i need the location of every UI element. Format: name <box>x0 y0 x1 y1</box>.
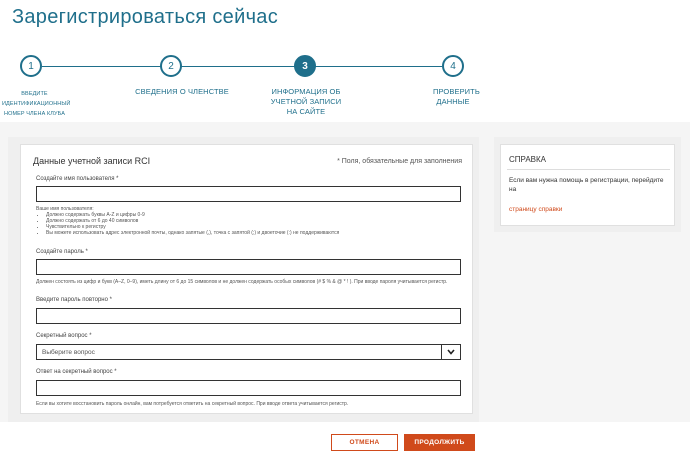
help-title: СПРАВКА <box>509 155 546 164</box>
password-repeat-input[interactable] <box>36 308 461 324</box>
secret-answer-label: Ответ на секретный вопрос * <box>36 369 117 375</box>
step-2-label: СВЕДЕНИЯ О ЧЛЕНСТВЕ <box>135 87 229 96</box>
step-4-label: ПРОВЕРИТЬ ДАННЫЕ <box>433 87 480 106</box>
step-1-circle: 1 <box>20 55 42 77</box>
help-text: Если вам нужна помощь в регистрации, пер… <box>509 177 664 193</box>
help-divider <box>507 169 670 170</box>
username-input[interactable] <box>36 186 461 202</box>
username-label: Создайте имя пользователя * <box>36 176 119 182</box>
registration-stepper: 1 ВВЕДИТЕ ИДЕНТИФИКАЦИОННЫЙ НОМЕР ЧЛЕНА … <box>0 52 690 122</box>
continue-button[interactable]: ПРОДОЛЖИТЬ <box>404 434 475 451</box>
step-3-circle: 3 <box>294 55 316 77</box>
help-page-link[interactable]: страницу справки <box>509 206 562 213</box>
secret-question-select[interactable]: Выберите вопрос <box>36 344 461 360</box>
step-2-circle: 2 <box>160 55 182 77</box>
chevron-down-icon[interactable] <box>441 345 460 359</box>
required-note: * Поля, обязательные для заполнения <box>337 158 462 165</box>
username-hints: Ваше имя пользователя: Должно содержать … <box>36 206 461 236</box>
password-label: Создайте пароль * <box>36 249 88 255</box>
password-input[interactable] <box>36 259 461 275</box>
secret-answer-input[interactable] <box>36 380 461 396</box>
cancel-button[interactable]: ОТМЕНА <box>331 434 398 451</box>
step-4-circle: 4 <box>442 55 464 77</box>
account-form-panel: Данные учетной записи RCI * Поля, обязат… <box>8 137 479 422</box>
help-panel: СПРАВКА Если вам нужна помощь в регистра… <box>494 137 681 232</box>
secret-question-label: Секретный вопрос * <box>36 333 92 339</box>
form-title: Данные учетной записи RCI <box>33 156 151 166</box>
page-title: Зарегистрироваться сейчас <box>12 6 279 28</box>
password-hint: Должен состоять из цифр и букв (A–Z, 0–9… <box>36 279 448 285</box>
step-1-label: ВВЕДИТЕ ИДЕНТИФИКАЦИОННЫЙ НОМЕР ЧЛЕНА КЛ… <box>2 91 71 117</box>
secret-question-value: Выберите вопрос <box>42 349 95 356</box>
step-3-label: ИНФОРМАЦИЯ ОБ УЧЕТНОЙ ЗАПИСИ НА САЙТЕ <box>270 87 342 116</box>
password-repeat-label: Введите пароль повторно * <box>36 297 112 303</box>
help-box: СПРАВКА Если вам нужна помощь в регистра… <box>500 144 675 226</box>
username-hint-item: Вы можете использовать адрес электронной… <box>46 230 461 236</box>
secret-answer-hint: Если вы хотите восстановить пароль онлай… <box>36 401 349 407</box>
stepper-line <box>42 66 442 67</box>
account-form: Данные учетной записи RCI * Поля, обязат… <box>20 144 473 414</box>
